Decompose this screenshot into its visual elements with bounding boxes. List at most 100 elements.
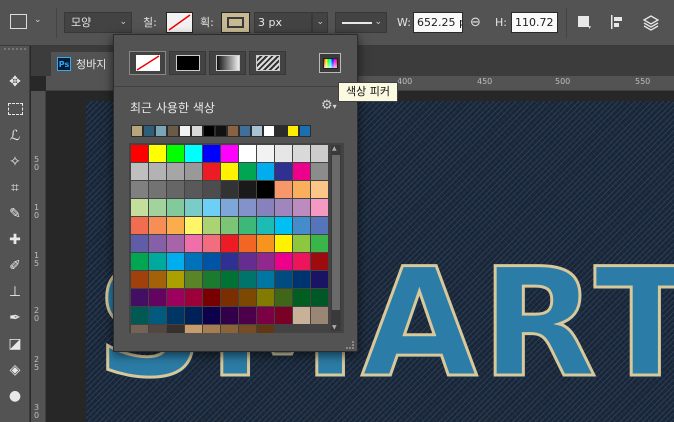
tool-preset-picker[interactable]: ⌄ bbox=[8, 12, 44, 33]
color-swatch[interactable] bbox=[221, 217, 238, 234]
color-swatch[interactable] bbox=[239, 307, 256, 324]
color-swatch[interactable] bbox=[239, 145, 256, 162]
healing-brush-tool-icon[interactable]: ✚ bbox=[3, 228, 27, 252]
color-swatch[interactable] bbox=[257, 181, 274, 198]
color-swatch[interactable] bbox=[131, 289, 148, 306]
solid-color-button[interactable] bbox=[169, 51, 206, 75]
color-swatch[interactable] bbox=[221, 253, 238, 270]
color-swatch[interactable] bbox=[185, 199, 202, 216]
color-swatch[interactable] bbox=[239, 325, 256, 333]
recent-color-swatch[interactable] bbox=[167, 125, 179, 137]
color-swatch[interactable] bbox=[239, 289, 256, 306]
color-swatch[interactable] bbox=[149, 145, 166, 162]
color-swatch[interactable] bbox=[257, 199, 274, 216]
color-swatch[interactable] bbox=[167, 235, 184, 252]
color-swatch[interactable] bbox=[149, 217, 166, 234]
color-swatch[interactable] bbox=[311, 307, 328, 324]
no-color-button[interactable] bbox=[129, 51, 166, 75]
color-swatch[interactable] bbox=[311, 253, 328, 270]
color-swatch[interactable] bbox=[131, 217, 148, 234]
stroke-swatch[interactable] bbox=[221, 12, 250, 33]
color-swatch[interactable] bbox=[311, 145, 328, 162]
eyedropper-tool-icon[interactable]: ✎ bbox=[3, 202, 27, 226]
color-swatch[interactable] bbox=[293, 271, 310, 288]
color-swatch[interactable] bbox=[149, 181, 166, 198]
scroll-up-icon[interactable]: ▲ bbox=[332, 145, 337, 152]
color-swatch[interactable] bbox=[167, 217, 184, 234]
color-swatch[interactable] bbox=[239, 271, 256, 288]
color-swatch[interactable] bbox=[275, 163, 292, 180]
color-swatch[interactable] bbox=[293, 289, 310, 306]
color-swatch[interactable] bbox=[149, 199, 166, 216]
color-swatch[interactable] bbox=[167, 199, 184, 216]
color-swatch[interactable] bbox=[131, 307, 148, 324]
recent-color-swatch[interactable] bbox=[287, 125, 299, 137]
color-swatch[interactable] bbox=[131, 253, 148, 270]
color-swatch[interactable] bbox=[239, 181, 256, 198]
recent-color-swatch[interactable] bbox=[239, 125, 251, 137]
color-swatch[interactable] bbox=[131, 271, 148, 288]
color-swatch[interactable] bbox=[257, 217, 274, 234]
recent-color-swatch[interactable] bbox=[179, 125, 191, 137]
color-swatch[interactable] bbox=[167, 253, 184, 270]
color-swatch[interactable] bbox=[221, 325, 238, 333]
history-brush-tool-icon[interactable]: ✒ bbox=[3, 306, 27, 330]
color-swatch[interactable] bbox=[131, 163, 148, 180]
color-swatch[interactable] bbox=[185, 325, 202, 333]
color-swatch[interactable] bbox=[131, 181, 148, 198]
color-swatch[interactable] bbox=[293, 199, 310, 216]
color-swatch[interactable] bbox=[203, 307, 220, 324]
color-swatch[interactable] bbox=[185, 235, 202, 252]
color-swatch[interactable] bbox=[221, 145, 238, 162]
color-swatch[interactable] bbox=[275, 199, 292, 216]
recent-color-swatch[interactable] bbox=[155, 125, 167, 137]
color-swatch[interactable] bbox=[275, 235, 292, 252]
panel-resize-grip[interactable] bbox=[346, 341, 354, 349]
stroke-width-input[interactable]: 3 px bbox=[254, 12, 312, 33]
path-operations-button[interactable]: ▾ bbox=[576, 12, 594, 33]
color-swatch[interactable] bbox=[149, 307, 166, 324]
path-arrangement-button[interactable] bbox=[640, 12, 662, 33]
color-swatch[interactable] bbox=[257, 145, 274, 162]
color-swatch[interactable] bbox=[167, 307, 184, 324]
recent-color-swatch[interactable] bbox=[143, 125, 155, 137]
color-swatch[interactable] bbox=[221, 235, 238, 252]
stroke-type-dropdown[interactable]: ⌄ bbox=[335, 12, 387, 33]
height-input[interactable]: 110.72 p bbox=[511, 12, 558, 33]
color-swatch[interactable] bbox=[239, 163, 256, 180]
color-swatch[interactable] bbox=[149, 271, 166, 288]
recent-color-swatch[interactable] bbox=[275, 125, 287, 137]
clone-stamp-tool-icon[interactable]: ⊥ bbox=[3, 280, 27, 304]
color-swatch[interactable] bbox=[185, 253, 202, 270]
color-swatch[interactable] bbox=[203, 253, 220, 270]
color-swatch[interactable] bbox=[221, 181, 238, 198]
color-swatch[interactable] bbox=[239, 199, 256, 216]
color-swatch[interactable] bbox=[293, 253, 310, 270]
recent-color-swatch[interactable] bbox=[263, 125, 275, 137]
color-swatch[interactable] bbox=[131, 199, 148, 216]
color-swatch[interactable] bbox=[257, 271, 274, 288]
color-swatch[interactable] bbox=[203, 199, 220, 216]
color-swatch[interactable] bbox=[311, 181, 328, 198]
color-swatch[interactable] bbox=[221, 307, 238, 324]
scrollbar-thumb[interactable] bbox=[332, 155, 340, 310]
color-swatch[interactable] bbox=[293, 217, 310, 234]
color-swatch[interactable] bbox=[167, 145, 184, 162]
color-swatch[interactable] bbox=[149, 163, 166, 180]
gear-icon[interactable]: ⚙▾ bbox=[321, 98, 337, 113]
color-swatch[interactable] bbox=[293, 307, 310, 324]
color-swatch[interactable] bbox=[311, 199, 328, 216]
color-swatch[interactable] bbox=[311, 271, 328, 288]
color-swatch[interactable] bbox=[275, 271, 292, 288]
path-alignment-button[interactable] bbox=[608, 12, 628, 33]
color-swatch[interactable] bbox=[149, 235, 166, 252]
link-icon[interactable]: ⊖ bbox=[470, 12, 481, 33]
color-swatch[interactable] bbox=[257, 307, 274, 324]
stroke-width-dropdown[interactable]: ⌄ bbox=[312, 12, 328, 33]
color-swatch[interactable] bbox=[293, 145, 310, 162]
color-swatch[interactable] bbox=[311, 217, 328, 234]
color-swatch[interactable] bbox=[203, 217, 220, 234]
color-swatch[interactable] bbox=[293, 163, 310, 180]
color-swatch[interactable] bbox=[185, 145, 202, 162]
color-swatch[interactable] bbox=[311, 235, 328, 252]
